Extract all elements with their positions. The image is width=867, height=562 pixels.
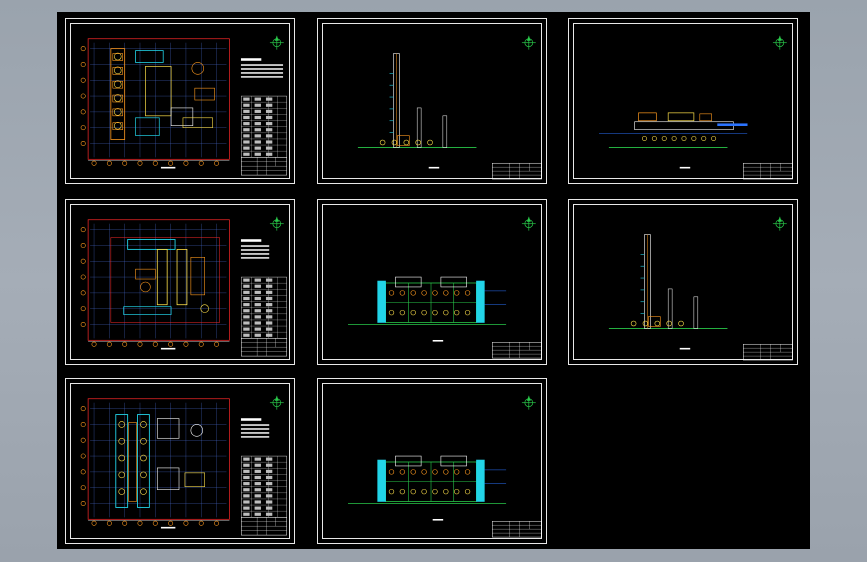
section-drawing [348, 216, 542, 359]
compass-icon [521, 216, 536, 231]
scale-label [160, 526, 176, 529]
compass-icon [772, 216, 787, 231]
compass-icon [269, 216, 284, 231]
right-wall [476, 459, 485, 502]
plan-drawing [80, 216, 287, 357]
scale-label [160, 347, 176, 350]
compass-icon [269, 395, 284, 410]
sheet-plan-3[interactable] [65, 378, 295, 544]
compass-icon [269, 35, 284, 50]
elevation-drawing [608, 216, 793, 361]
sheet-plan-2[interactable] [65, 199, 295, 365]
sheet-elevation-2[interactable] [568, 18, 798, 184]
compass-icon [772, 35, 787, 50]
sheet-section-2[interactable] [317, 378, 547, 544]
compass-icon [521, 395, 536, 410]
compass-icon [521, 35, 536, 50]
right-wall [476, 280, 485, 323]
sheet-elevation-3[interactable] [568, 199, 798, 365]
plan-drawing [80, 35, 287, 176]
sheet-plan-1[interactable] [65, 18, 295, 184]
drawing-canvas[interactable] [57, 12, 810, 549]
sheet-elevation-1[interactable] [317, 18, 547, 184]
plan-drawing [80, 395, 287, 536]
sheet-section-1[interactable] [317, 199, 547, 365]
elevation-drawing [357, 35, 542, 180]
left-wall [377, 280, 386, 323]
left-wall [377, 459, 386, 502]
scale-label [160, 166, 176, 169]
section-drawing [348, 395, 542, 538]
elevation-drawing [599, 35, 793, 180]
